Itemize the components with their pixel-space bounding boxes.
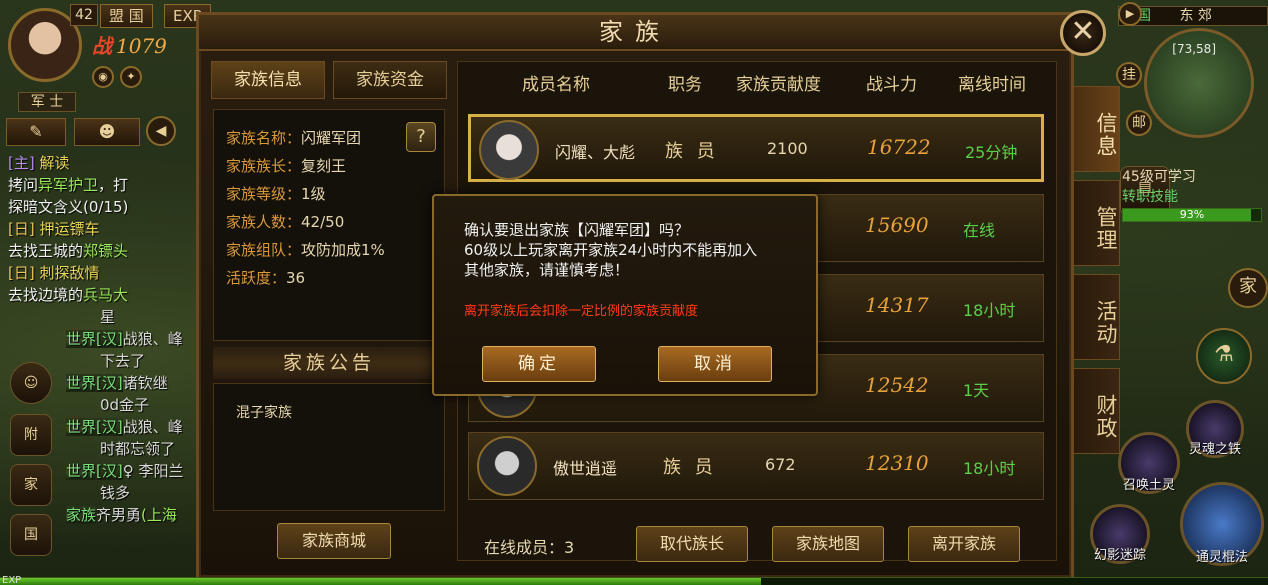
player-level: 42 [70,4,98,26]
close-icon[interactable]: ✕ [1060,10,1106,56]
header-offline: 离线时间 [958,75,1026,95]
power-icon: 战 [92,34,112,58]
map-area: 东 郊 [1179,8,1212,24]
header-power: 战斗力 [866,75,917,95]
skill-hint-level: 45级可学习 [1122,169,1196,185]
tab-info[interactable]: 信息 [1072,86,1120,172]
info-clan-activity: 活跃度：36 [226,269,306,287]
power-value: 1079 [116,34,167,58]
info-clan-count: 家族人数：42/50 [226,213,345,231]
skill-orb-summon[interactable]: 召唤土灵 [1118,432,1180,494]
notice-body: 混子家族 [213,383,445,511]
team-icon[interactable]: ☻ [74,118,140,146]
mic-nearby-button[interactable]: 附 [10,414,52,456]
replace-leader-button[interactable]: 取代族长 [636,526,748,562]
skill-progress-bar: 93% [1122,208,1262,222]
member-row[interactable]: 闪耀、大彪 族 员 2100 16722 25分钟 [468,114,1044,182]
collapse-arrow-icon[interactable]: ◀ [146,116,176,146]
task-icon[interactable]: ✎ [6,118,66,146]
buff-icon[interactable]: ✦ [120,66,142,88]
chat-line[interactable]: [日] 押运镖车 [0,218,196,240]
potion-icon[interactable]: ⚗ [1196,328,1252,384]
info-clan-leader: 家族族长：复刻王 [226,157,347,175]
left-hud: 42 盟 国 EXP 战 1079 ◉ ✦ 军 士 ✎ ☻ ◀ [主] 解读 拷问… [0,0,211,585]
clan-info-column: 家族信息 家族资金 ? 家族名称：闪耀军团 家族族长：复刻王 家族等级：1级 家… [211,61,447,561]
header-role: 职务 [668,75,702,95]
dialog-warning: 离开家族后会扣除一定比例的家族贡献度 [464,304,699,319]
leave-clan-button[interactable]: 离开家族 [908,526,1020,562]
mail-button[interactable]: 邮 [1126,110,1152,136]
tab-finance[interactable]: 财政 [1072,368,1120,454]
clan-shop-button[interactable]: 家族商城 [277,523,391,559]
member-avatar [477,436,537,496]
auto-hang-button[interactable]: 挂 [1116,62,1142,88]
chat-line: 星 [100,308,116,326]
leave-clan-confirm-dialog: 确认要退出家族【闪耀军团】吗？ 60级以上玩家离开家族24小时内不能再加入 其他… [432,194,818,396]
tab-clan-funds[interactable]: 家族资金 [333,61,447,99]
chat-line: 世界[汉]战狼、峰 [66,330,183,348]
info-clan-level: 家族等级：1级 [226,185,326,203]
chat-line[interactable]: [主] 解读 [0,152,196,174]
header-contribution: 家族贡献度 [736,75,821,95]
exp-label: EXP [2,575,22,585]
clan-map-button[interactable]: 家族地图 [772,526,884,562]
mic-country-button[interactable]: 国 [10,514,52,556]
skill-orb-phantom[interactable]: 幻影迷踪 [1090,504,1150,564]
chat-line: 探暗文含义(0/15) [8,198,129,216]
cancel-button[interactable]: 取消 [658,346,772,382]
tab-activity[interactable]: 活动 [1072,274,1120,360]
header-member-name: 成员名称 [522,75,590,95]
player-rank: 军 士 [18,92,76,112]
wealth-icon[interactable]: ◉ [92,66,114,88]
confirm-button[interactable]: 确定 [482,346,596,382]
clan-info-box: ? 家族名称：闪耀军团 家族族长：复刻王 家族等级：1级 家族人数：42/50 … [213,109,445,341]
chat-line[interactable]: 去找边境的兵马大 [0,284,196,306]
tab-manage[interactable]: 管理 [1072,180,1120,266]
skill-orb-soul[interactable]: 灵魂之铁 [1186,400,1244,458]
emoji-icon[interactable]: ☺ [10,362,52,404]
skill-orb-attack[interactable]: 通灵棍法 [1180,482,1264,566]
chat-line[interactable]: [日] 刺探敌情 [0,262,196,284]
dialog-message: 确认要退出家族【闪耀军团】吗？ 60级以上玩家离开家族24小时内不能再加入 其他… [464,221,758,279]
alliance-tab[interactable]: 盟 国 [100,4,153,28]
tab-clan-info[interactable]: 家族信息 [211,61,325,99]
member-avatar [479,120,539,180]
clan-quick-button[interactable]: 家 [1228,268,1268,308]
skill-hint-title: 转职技能 [1122,189,1178,205]
player-power: 战 1079 [92,30,167,59]
notice-title: 家族公告 [213,347,445,379]
map-coordinates: [73,58] [1172,42,1216,56]
info-clan-name: 家族名称：闪耀军团 [226,129,362,147]
exp-bar [0,577,1268,585]
member-row[interactable]: 傲世逍遥 族 员 672 12310 18小时 [468,432,1044,500]
mic-clan-button[interactable]: 家 [10,464,52,506]
panel-title: 家族 [199,15,1071,51]
chat-line[interactable]: 拷问异军护卫，打 [0,174,196,196]
online-member-count: 在线成员：3 [484,538,575,557]
skill-learn-hint[interactable]: 45级可学习 转职技能 93% [1122,166,1262,222]
info-clan-team: 家族组队：攻防加成1% [226,241,385,259]
chat-line[interactable]: 去找王城的郑镖头 [0,240,196,262]
help-button[interactable]: ? [406,122,436,152]
play-icon[interactable]: ▶ [1118,2,1142,26]
